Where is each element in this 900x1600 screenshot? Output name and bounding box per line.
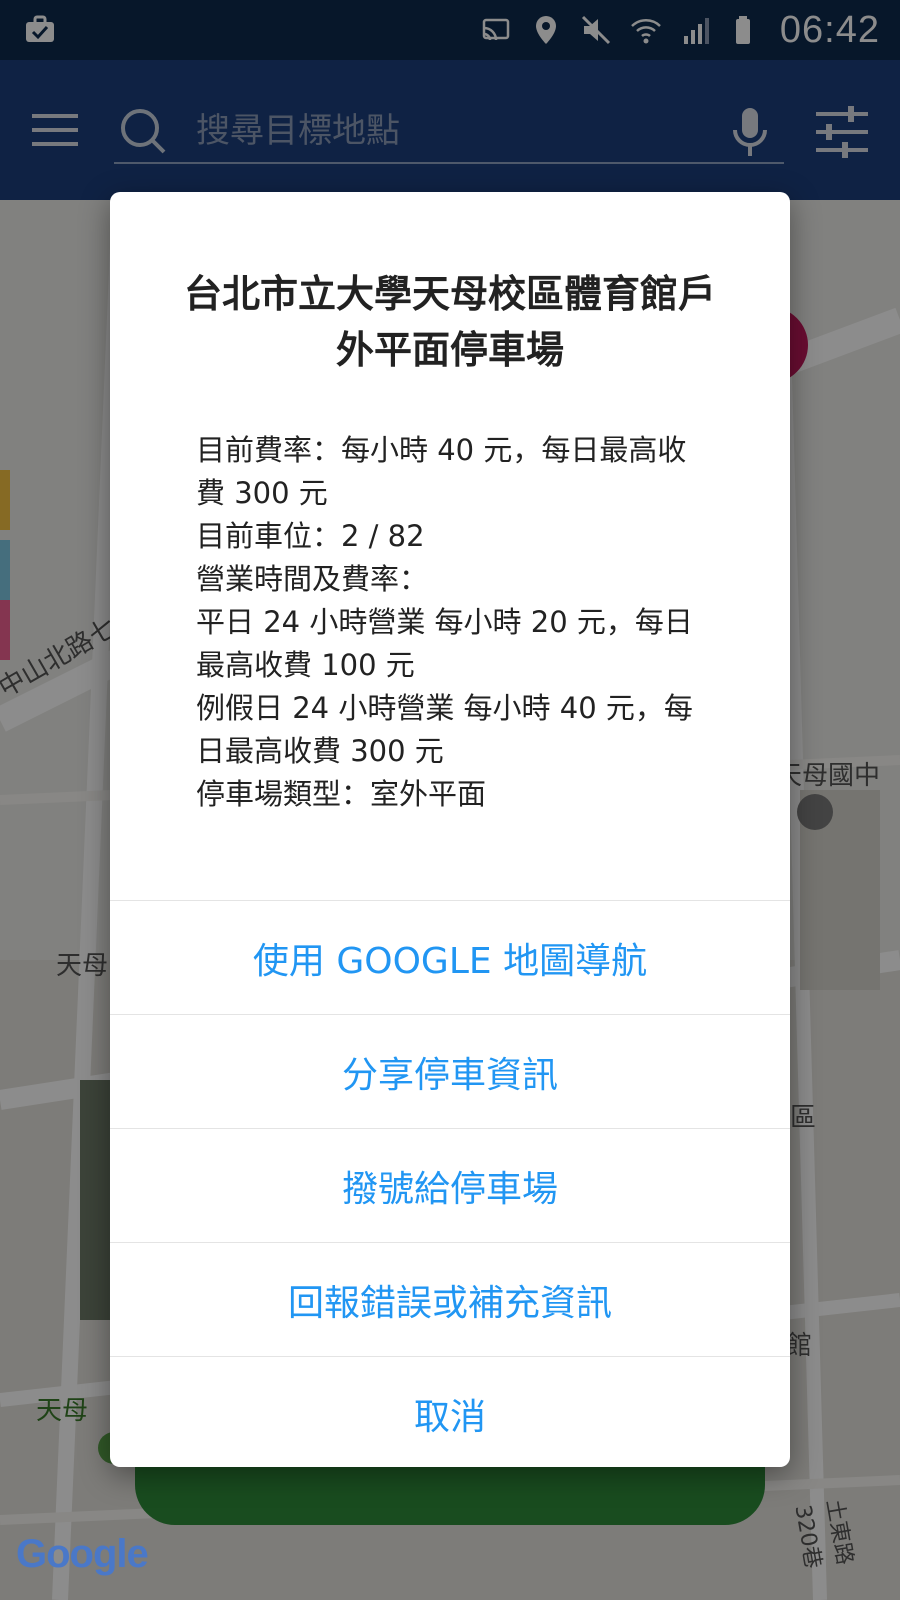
body-line-type: 停車場類型：室外平面 xyxy=(196,777,487,811)
share-info-button[interactable]: 分享停車資訊 xyxy=(110,1014,790,1128)
call-parking-button[interactable]: 撥號給停車場 xyxy=(110,1128,790,1242)
body-line-hours-heading: 營業時間及費率： xyxy=(196,562,429,596)
google-attribution: Google xyxy=(16,1532,149,1576)
body-line-weekday: 平日 24 小時營業 每小時 20 元，每日最高收費 100 元 xyxy=(196,605,693,682)
body-line-holiday: 例假日 24 小時營業 每小時 40 元，每日最高收費 300 元 xyxy=(196,691,693,768)
body-line-spaces: 目前車位：2 / 82 xyxy=(196,519,425,553)
body-line-rate: 目前費率：每小時 40 元，每日最高收費 300 元 xyxy=(196,433,687,510)
google-navigate-button[interactable]: 使用 GOOGLE 地圖導航 xyxy=(110,900,790,1014)
cancel-button[interactable]: 取消 xyxy=(110,1356,790,1467)
dialog-actions: 使用 GOOGLE 地圖導航 分享停車資訊 撥號給停車場 回報錯誤或補充資訊 取… xyxy=(110,900,790,1467)
parking-info-dialog: 台北市立大學天母校區體育館戶外平面停車場 目前費率：每小時 40 元，每日最高收… xyxy=(110,192,790,1467)
report-error-button[interactable]: 回報錯誤或補充資訊 xyxy=(110,1242,790,1356)
dialog-title: 台北市立大學天母校區體育館戶外平面停車場 xyxy=(183,272,716,372)
